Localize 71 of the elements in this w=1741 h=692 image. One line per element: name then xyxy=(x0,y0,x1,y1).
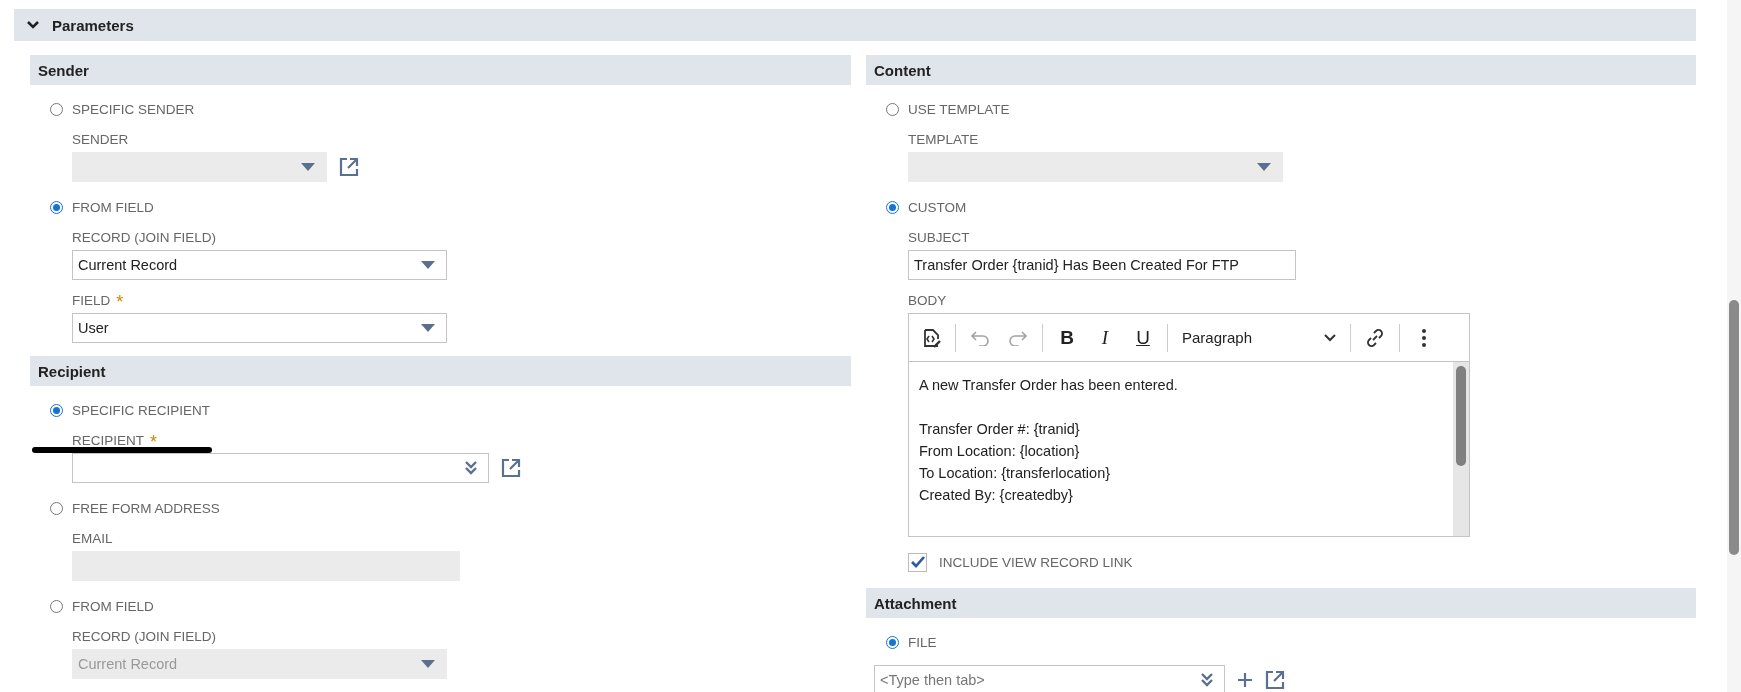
radio-button[interactable] xyxy=(886,200,899,214)
dropdown-arrow-icon[interactable] xyxy=(420,323,436,333)
radio-button[interactable] xyxy=(886,102,899,116)
field-value: Transfer Order {tranid} Has Been Created For FTP xyxy=(914,257,1240,273)
body-text-line: To Location: {transferlocation} xyxy=(919,464,1112,483)
text-field[interactable]: Transfer Order {tranid} Has Been Created For FTP xyxy=(908,250,1296,280)
radio-button[interactable] xyxy=(50,102,63,116)
group-header: Recipient xyxy=(30,356,851,386)
radio-button[interactable] xyxy=(50,501,63,515)
body-text-line: From Location: {location} xyxy=(919,442,1081,461)
editor-scrollbar[interactable] xyxy=(1453,362,1469,536)
field-label: FIELD xyxy=(72,293,111,310)
link-icon xyxy=(1365,327,1385,348)
radio-label: FROM FIELD xyxy=(72,199,154,215)
radio-label: USE TEMPLATE xyxy=(908,101,1010,117)
checkmark-icon xyxy=(910,556,925,568)
body-text-line: Transfer Order #: {tranid} xyxy=(919,420,1081,439)
placeholder: <Type then tab> xyxy=(880,672,985,688)
required-mark: * xyxy=(150,433,158,451)
field-label: TEMPLATE xyxy=(908,132,979,149)
group-header: Content xyxy=(866,55,1696,85)
chevron-down-icon xyxy=(1324,333,1336,342)
open-in-new-icon[interactable] xyxy=(501,458,521,478)
radio-label: SPECIFIC RECIPIENT xyxy=(72,402,211,418)
chevron-down-icon[interactable] xyxy=(26,20,40,30)
body-text-line: Created By: {createdby} xyxy=(919,486,1074,505)
lookup-field[interactable]: <Type then tab> xyxy=(874,665,1225,692)
scrollbar[interactable] xyxy=(1727,0,1741,692)
group-header: Attachment xyxy=(866,588,1696,618)
bold-button[interactable]: B xyxy=(1049,320,1085,355)
radio-label: CUSTOM xyxy=(908,199,967,215)
field-label: RECIPIENT xyxy=(72,433,144,450)
redo-icon xyxy=(1008,329,1028,346)
plus-icon[interactable] xyxy=(1237,672,1253,688)
checkbox-label: INCLUDE VIEW RECORD LINK xyxy=(939,554,1133,570)
radio-button[interactable] xyxy=(50,200,63,214)
double-chevron-icon[interactable] xyxy=(464,461,478,475)
section-header[interactable]: Parameters xyxy=(14,9,1696,41)
field-label: SENDER xyxy=(72,132,129,149)
field-value: Current Record xyxy=(78,257,178,273)
radio-label: FILE xyxy=(908,634,937,650)
rich-text-editor[interactable]: B I U Paragraph A new Transfer Order has been entered. Transfer Order #: {tranid} From Location: {location} To Location: {transferlocation} Created By: {createdby} xyxy=(908,313,1470,537)
radio-label: FREE FORM ADDRESS xyxy=(72,500,220,516)
radio-button[interactable] xyxy=(50,599,63,613)
italic-button[interactable]: I xyxy=(1087,320,1123,355)
field-label: BODY xyxy=(908,293,947,310)
field-value: Current Record xyxy=(78,656,178,672)
field-label: RECORD (JOIN FIELD) xyxy=(72,230,216,247)
field-label: RECORD (JOIN FIELD) xyxy=(72,629,216,646)
radio-label: SPECIFIC SENDER xyxy=(72,101,195,117)
field-label: SUBJECT xyxy=(908,230,970,247)
undo-icon xyxy=(970,329,990,346)
radio-button[interactable] xyxy=(886,635,899,649)
dropdown-field[interactable]: Current Record xyxy=(72,250,447,280)
radio-label: FROM FIELD xyxy=(72,598,154,614)
field-label: EMAIL xyxy=(72,531,113,548)
group-header: Sender xyxy=(30,55,851,85)
format-dropdown[interactable]: Paragraph xyxy=(1174,320,1344,355)
body-text-line: A new Transfer Order has been entered. xyxy=(919,376,1179,395)
dropdown-arrow-icon[interactable] xyxy=(420,260,436,270)
radio-button[interactable] xyxy=(50,403,63,417)
required-mark: * xyxy=(116,293,124,311)
more-icon xyxy=(1421,327,1427,348)
underline-button[interactable]: U xyxy=(1125,320,1161,355)
lookup-field[interactable] xyxy=(72,453,489,483)
dropdown-field[interactable]: User xyxy=(72,313,447,343)
checkbox[interactable] xyxy=(908,552,927,572)
double-chevron-icon[interactable] xyxy=(1200,673,1214,687)
section-title: Parameters xyxy=(52,16,134,34)
field-value: User xyxy=(78,320,109,336)
open-in-new-icon[interactable] xyxy=(1265,670,1285,690)
